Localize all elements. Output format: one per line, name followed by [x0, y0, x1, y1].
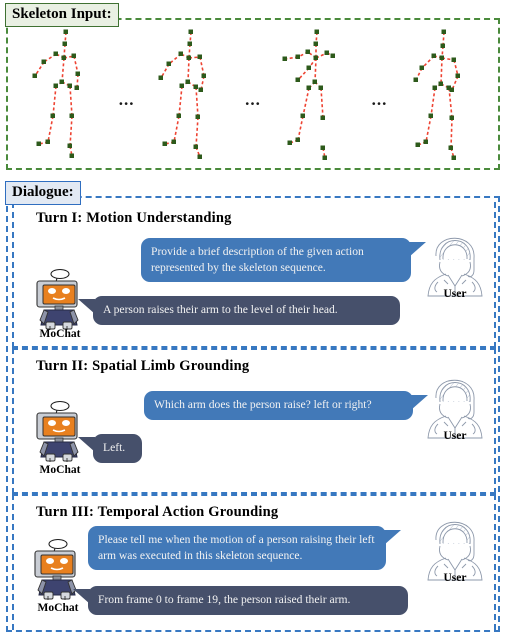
user-avatar-label-3: User [443, 572, 467, 584]
user-message-bubble-2: Which arm does the person raise? left or… [144, 391, 428, 420]
skeleton-frame-2 [158, 29, 206, 159]
skeleton-frame-1 [32, 29, 81, 158]
skeleton-frame-4 [413, 29, 460, 160]
bot-avatar-label-2: MoChat [39, 464, 81, 476]
turn-title-1: Turn I: Motion Understanding [36, 210, 232, 226]
user-avatar-2: User [424, 368, 486, 456]
skeleton-input-label: Skeleton Input: [5, 3, 119, 27]
skeleton-frame-strip: ... ... ... [8, 20, 498, 168]
turn-title-2: Turn II: Spatial Limb Grounding [36, 358, 250, 374]
turn-block-1: Turn I: Motion Understanding Provide a b… [12, 202, 496, 348]
frame-ellipsis-1: ... [118, 90, 135, 109]
bot-avatar-label-1: MoChat [39, 328, 81, 340]
frame-ellipsis-3: ... [371, 90, 388, 109]
bot-message-bubble-3: From frame 0 to frame 19, the person rai… [73, 586, 408, 615]
bot-message-bubble-2: Left. [78, 434, 142, 463]
user-message-bubble-1: Provide a brief description of the given… [141, 238, 426, 282]
dialogue-label: Dialogue: [5, 181, 81, 205]
dialogue-panel: Turn I: Motion Understanding Provide a b… [6, 196, 500, 632]
turn-block-3: Turn III: Temporal Action Grounding Plea… [12, 494, 496, 630]
turn-title-3: Turn III: Temporal Action Grounding [36, 504, 279, 520]
user-avatar-1: User [424, 226, 486, 314]
turn-block-2: Turn II: Spatial Limb Grounding Which ar… [12, 348, 496, 494]
bot-avatar-3: MoChat [28, 538, 88, 620]
user-avatar-label-2: User [443, 430, 467, 442]
user-avatar-label-1: User [443, 288, 467, 300]
frame-ellipsis-2: ... [245, 90, 261, 109]
skeleton-input-panel: ... ... ... [6, 18, 500, 170]
skeleton-frame-3 [282, 29, 336, 160]
user-message-bubble-3: Please tell me when the motion of a pers… [88, 526, 401, 570]
robot-icon [36, 400, 79, 462]
user-avatar-3: User [424, 510, 486, 598]
bot-message-bubble-1: A person raises their arm to the level o… [78, 296, 400, 325]
